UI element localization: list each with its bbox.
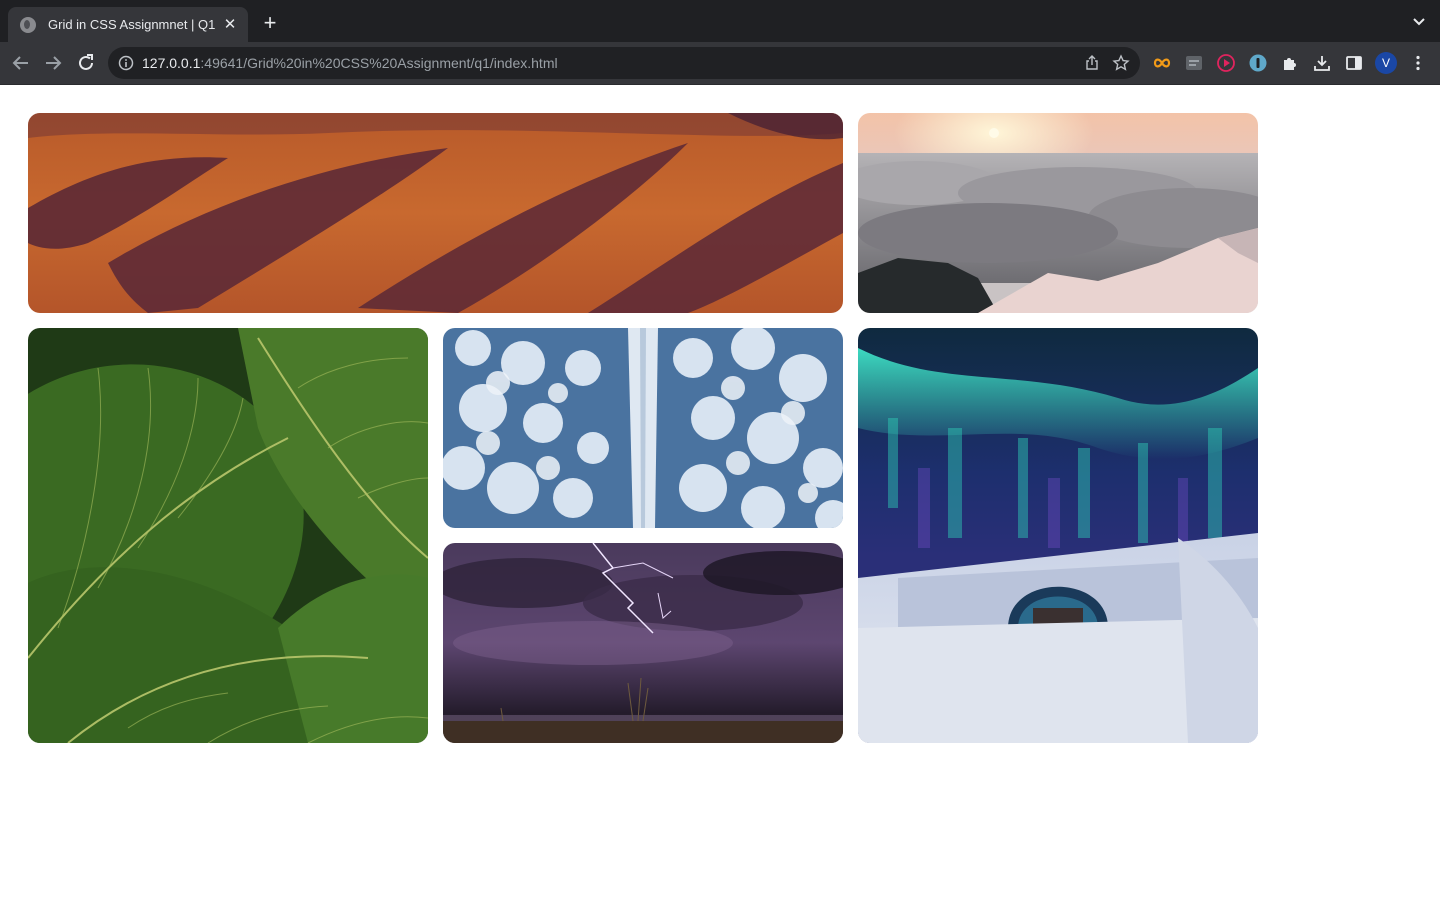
back-icon[interactable] [10, 52, 32, 74]
sunrise-above-clouds-image [858, 113, 1258, 313]
page-content [0, 85, 1440, 900]
star-icon[interactable] [1112, 54, 1130, 72]
info-icon[interactable] [118, 55, 134, 71]
extension-play-icon[interactable] [1216, 53, 1236, 73]
close-icon[interactable]: ✕ [222, 16, 238, 33]
aurora-ice-hotel-image [858, 328, 1258, 743]
reload-icon[interactable] [75, 52, 97, 74]
image-grid [28, 113, 1258, 743]
puzzle-icon[interactable] [1280, 53, 1300, 73]
url-path: :49641/Grid%20in%20CSS%20Assignment/q1/i… [200, 55, 558, 71]
green-leaves-image [28, 328, 428, 743]
tab-title: Grid in CSS Assignmnet | Q1 [48, 17, 216, 32]
forward-icon[interactable] [42, 52, 64, 74]
profile-avatar[interactable]: V [1375, 52, 1397, 74]
extension-lock-icon[interactable] [1248, 53, 1268, 73]
browser-toolbar: 127.0.0.1:49641/Grid%20in%20CSS%20Assign… [0, 42, 1440, 85]
address-bar[interactable]: 127.0.0.1:49641/Grid%20in%20CSS%20Assign… [108, 47, 1140, 79]
side-panel-icon[interactable] [1344, 53, 1364, 73]
share-icon[interactable] [1084, 55, 1100, 71]
globe-icon [20, 16, 36, 33]
new-tab-button[interactable]: + [258, 12, 282, 36]
tab-strip: Grid in CSS Assignmnet | Q1 ✕ + [0, 0, 1440, 42]
browser-tab[interactable]: Grid in CSS Assignmnet | Q1 ✕ [8, 7, 248, 42]
more-icon[interactable] [1408, 53, 1428, 73]
url-host: 127.0.0.1 [142, 55, 201, 71]
download-icon[interactable] [1312, 53, 1332, 73]
desert-dunes-image [28, 113, 843, 313]
extension-zip-icon[interactable] [1184, 53, 1204, 73]
extension-infinity-icon[interactable] [1152, 53, 1172, 73]
lightning-storm-image [443, 543, 843, 743]
chevron-down-icon[interactable] [1410, 12, 1428, 30]
url-text[interactable]: 127.0.0.1:49641/Grid%20in%20CSS%20Assign… [142, 55, 558, 71]
snowy-forest-road-image [443, 328, 843, 528]
